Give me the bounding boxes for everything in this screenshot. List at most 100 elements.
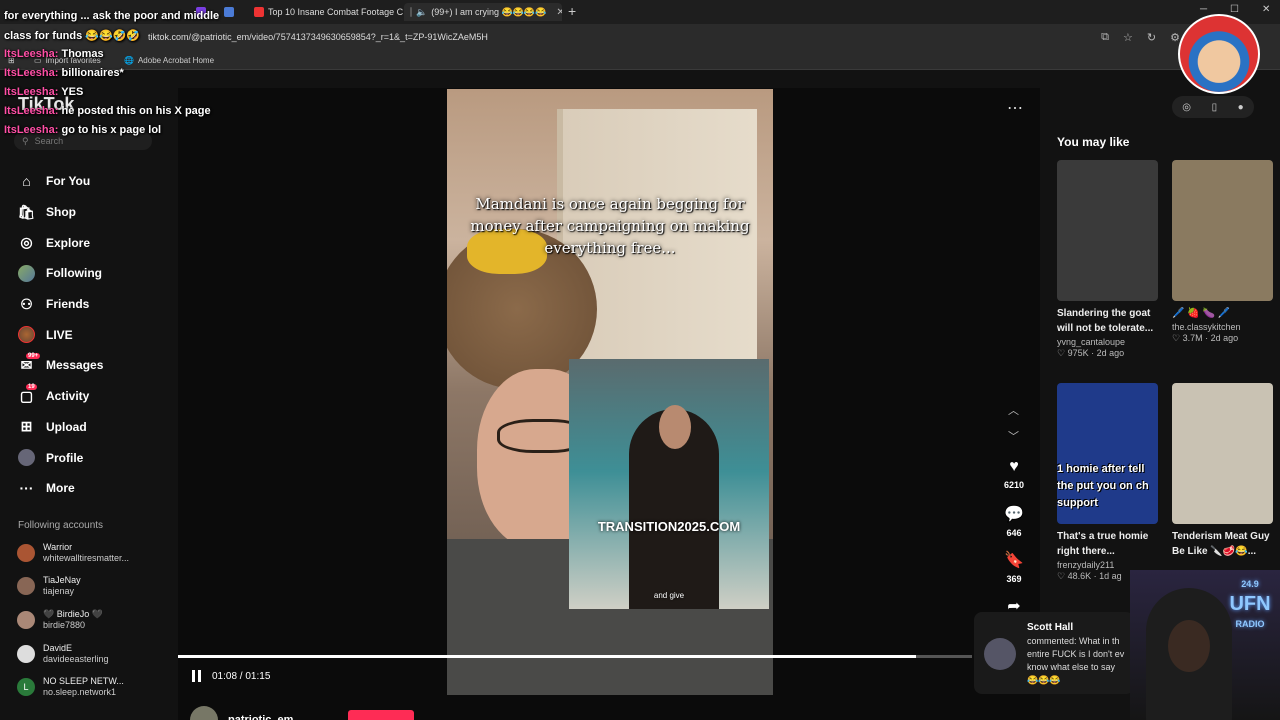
heart-icon: ♥: [1009, 458, 1019, 475]
messages-badge: 99+: [26, 353, 41, 360]
video-thumbnail: [1172, 160, 1273, 301]
card-title: 🖊️ 🍓 🍆 🖊️: [1172, 308, 1231, 319]
messages-icon: ✉: [20, 356, 33, 373]
sidebar-item-profile[interactable]: Profile: [18, 442, 178, 473]
next-video-icon[interactable]: ﹀: [1008, 428, 1019, 444]
profile-icon[interactable]: ●: [1238, 102, 1244, 113]
sidebar-nav: ⌂ For You 🛍 Shop ◎ Explore Following ⚇ Frien…: [18, 166, 178, 504]
friends-icon: ⚇: [20, 295, 33, 312]
video-controls: 01:08 / 01:15: [192, 670, 270, 682]
promo-text: TRANSITION2025.COM: [597, 519, 741, 534]
activity-icon: ▢: [19, 387, 34, 404]
address-bar-icons: ⧉ ☆ ↻ ⚙: [1101, 31, 1180, 44]
pause-icon[interactable]: [192, 670, 204, 682]
card-author: the.classykitchen: [1172, 322, 1241, 332]
star-icon[interactable]: ☆: [1123, 31, 1133, 44]
bookmark-icon: 🔖: [1004, 552, 1024, 569]
sidebar-item-live[interactable]: LIVE: [18, 319, 178, 350]
like-button[interactable]: ♥ 6210: [998, 458, 1030, 490]
sidebar-item-explore[interactable]: ◎ Explore: [18, 227, 178, 258]
tiktok-favicon-icon: [410, 7, 412, 17]
tab-tiktok[interactable]: 🔈 (99+) I am crying 😂😂😂😂 ✕: [404, 3, 562, 21]
video-thumbnail: [1172, 383, 1273, 524]
following-account[interactable]: DavidE davideeasterling: [17, 643, 109, 665]
chat-line: for everything ... ask the poor and midd…: [4, 10, 220, 22]
following-account[interactable]: TiaJeNay tiajenay: [17, 575, 81, 597]
like-count: 6210: [1003, 480, 1025, 490]
video-progress-bar[interactable]: [178, 655, 972, 658]
sidebar-item-friends[interactable]: ⚇ Friends: [18, 289, 178, 320]
previous-video-icon[interactable]: ︿: [1008, 402, 1019, 418]
bookmark-button[interactable]: 🔖 369: [998, 550, 1030, 584]
comment-notification[interactable]: Scott Hall commented: What in th entire …: [974, 612, 1134, 694]
sidebar-item-messages[interactable]: ✉ 99+ Messages: [18, 350, 178, 381]
notification-name: Scott Hall: [1027, 622, 1074, 633]
following-account[interactable]: Warrior whitewalltiresmatter...: [17, 542, 129, 564]
sidebar-item-more[interactable]: ··· More: [18, 473, 178, 504]
shop-icon: 🛍: [17, 203, 36, 220]
video-inset: TRANSITION2025.COM and give: [569, 359, 769, 609]
close-icon[interactable]: ✕: [556, 7, 562, 18]
webcam-overlay: 24.9 UFN RADIO: [1130, 570, 1280, 720]
upload-icon: ⊞: [20, 418, 33, 435]
streamer-mascot-overlay: [1178, 14, 1260, 94]
device-icon[interactable]: ▯: [1212, 102, 1218, 113]
following-accounts-title: Following accounts: [18, 520, 104, 531]
app-favicon-icon: [224, 7, 234, 17]
card-title: Slandering the goat will not be tolerate…: [1057, 308, 1154, 334]
profile-icon: [18, 449, 35, 467]
following-account[interactable]: L NO SLEEP NETW... no.sleep.network1: [17, 676, 124, 698]
new-tab-button[interactable]: +: [568, 3, 576, 19]
recommended-card[interactable]: 🖊️ 🍓 🍆 🖊️ the.classykitchen ♡ 3.7M · 2d …: [1172, 160, 1273, 344]
avatar: L: [17, 678, 35, 696]
recommended-card[interactable]: Slandering the goat will not be tolerate…: [1057, 160, 1158, 359]
sidebar-item-for-you[interactable]: ⌂ For You: [18, 166, 178, 197]
video-author[interactable]: patriotic_em: [190, 706, 293, 720]
ufn-radio-logo: 24.9 UFN RADIO: [1229, 579, 1271, 629]
open-in-app-icon[interactable]: ⧉: [1101, 31, 1109, 44]
window-close-icon[interactable]: ✕: [1262, 4, 1270, 15]
sidebar-item-shop[interactable]: 🛍 Shop: [18, 197, 178, 228]
you-may-like-title: You may like: [1057, 135, 1130, 149]
following-account[interactable]: 🖤 BirdieJo 🖤 birdie7880: [17, 609, 103, 631]
refresh-icon[interactable]: ↻: [1147, 31, 1156, 44]
avatar: [17, 611, 35, 629]
comment-button[interactable]: 💬 646: [998, 504, 1030, 538]
extensions-icon[interactable]: ⚙: [1170, 31, 1180, 44]
avatar: [190, 706, 218, 720]
recommended-card[interactable]: 1 homie after tell the put you on ch sup…: [1057, 383, 1158, 582]
url-field[interactable]: tiktok.com/@patriotic_em/video/757413734…: [148, 32, 488, 42]
bookmarks-bar: ⊞ ▭ Import favorites 🌐 Adobe Acrobat Hom…: [0, 52, 1280, 70]
speaker-icon[interactable]: 🔈: [416, 7, 427, 18]
thumbnail-overlay-text: 1 homie after tell the put you on ch sup…: [1057, 463, 1149, 509]
maximize-icon[interactable]: ☐: [1230, 4, 1239, 15]
minimize-icon[interactable]: ─: [1200, 4, 1207, 15]
chat-line: ItsLeesha: billionaires*: [4, 67, 124, 79]
coin-icon[interactable]: ◎: [1182, 102, 1191, 113]
recommended-card[interactable]: Tenderism Meat Guy Be Like 🔪🥩😂...: [1172, 383, 1273, 559]
search-placeholder: Search: [34, 136, 64, 146]
bookmark-count: 369: [1006, 574, 1022, 584]
avatar: [17, 645, 35, 663]
bookmark-adobe-acrobat[interactable]: 🌐 Adobe Acrobat Home: [124, 56, 214, 65]
tab-label: (99+) I am crying 😂😂😂😂: [431, 6, 547, 17]
avatar: [984, 638, 1016, 670]
avatar-icon: [18, 264, 35, 282]
avatar: [17, 577, 35, 595]
activity-badge: 19: [26, 383, 37, 390]
card-meta: ♡ 3.7M · 2d ago: [1172, 333, 1239, 343]
card-meta: ♡ 975K · 2d ago: [1057, 348, 1125, 358]
video-time: 01:08 / 01:15: [212, 670, 271, 682]
tab-combat-footage[interactable]: Top 10 Insane Combat Footage C ✕: [254, 3, 421, 21]
globe-icon: 🌐: [124, 56, 134, 65]
card-title: Tenderism Meat Guy Be Like 🔪🥩😂...: [1172, 531, 1270, 557]
sidebar-item-following[interactable]: Following: [18, 258, 178, 289]
video-player[interactable]: Mamdani is once again begging for money …: [447, 89, 773, 695]
chat-line: ItsLeesha: YES: [4, 86, 84, 98]
more-options-icon[interactable]: ⋯: [1007, 98, 1023, 118]
sidebar-item-activity[interactable]: ▢ 19 Activity: [18, 381, 178, 412]
follow-button[interactable]: [348, 710, 414, 720]
card-author: yvng_cantaloupe: [1057, 337, 1126, 347]
video-thumbnail: [1057, 160, 1158, 301]
sidebar-item-upload[interactable]: ⊞ Upload: [18, 412, 178, 443]
